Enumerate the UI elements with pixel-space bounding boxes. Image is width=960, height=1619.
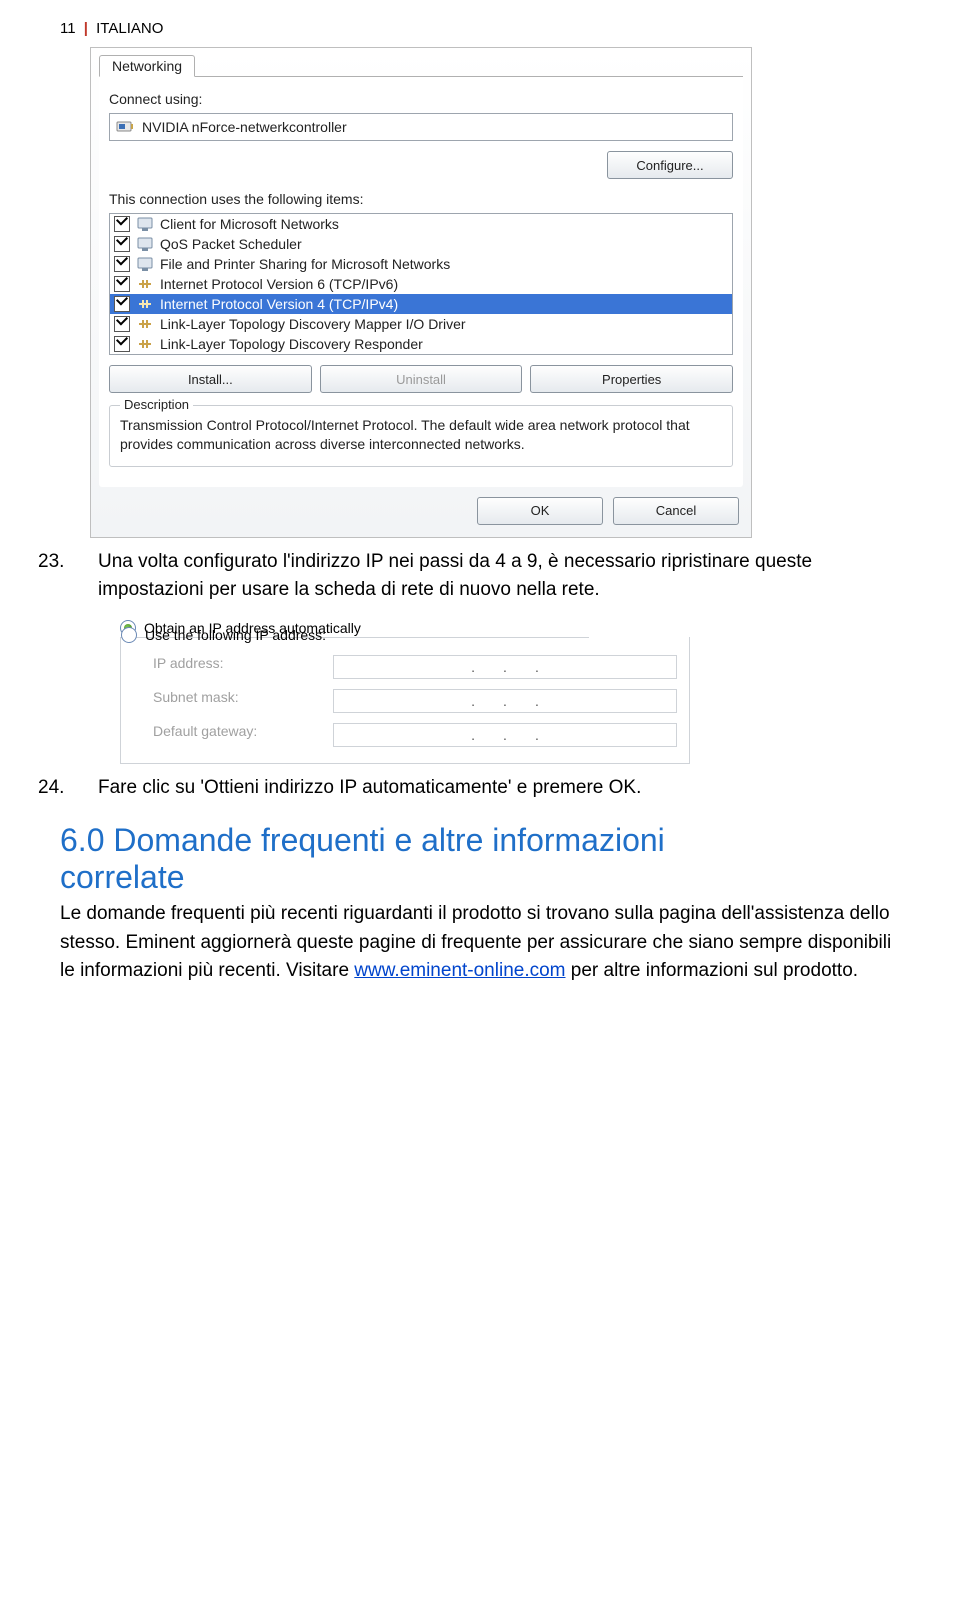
dialog-footer: OK Cancel [91, 487, 751, 537]
heading-line-1: 6.0 Domande frequenti e altre informazio… [60, 822, 665, 858]
item-label: Internet Protocol Version 4 (TCP/IPv4) [160, 296, 398, 312]
configure-row: Configure... [109, 151, 733, 179]
ip-address-label: IP address: [153, 655, 323, 679]
description-legend: Description [120, 397, 193, 412]
paragraph-text-after: per altre informazioni sul prodotto. [566, 960, 859, 981]
list-item[interactable]: Internet Protocol Version 6 (TCP/IPv6) [110, 274, 732, 294]
protocol-icon [136, 335, 154, 353]
printer-icon [136, 255, 154, 273]
checkbox-icon[interactable] [114, 236, 130, 252]
tab-row: Networking [91, 48, 751, 76]
checkbox-icon[interactable] [114, 216, 130, 232]
properties-button[interactable]: Properties [530, 365, 733, 393]
checkbox-icon[interactable] [114, 256, 130, 272]
gateway-label: Default gateway: [153, 723, 323, 747]
network-properties-dialog: Networking Connect using: NVIDIA nForce-… [90, 47, 752, 538]
protocol-icon [136, 275, 154, 293]
item-label: File and Printer Sharing for Microsoft N… [160, 256, 450, 272]
description-groupbox: Description Transmission Control Protoco… [109, 405, 733, 467]
network-card-icon [116, 118, 134, 136]
list-item[interactable]: QoS Packet Scheduler [110, 234, 732, 254]
step-text: Una volta configurato l'indirizzo IP nei… [98, 551, 812, 601]
list-item[interactable]: Client for Microsoft Networks [110, 214, 732, 234]
tab-body: Connect using: NVIDIA nForce-netwerkcont… [99, 76, 743, 487]
item-label: Internet Protocol Version 6 (TCP/IPv6) [160, 276, 398, 292]
checkbox-icon[interactable] [114, 336, 130, 352]
uninstall-button: Uninstall [320, 365, 523, 393]
client-icon [136, 215, 154, 233]
tab-networking[interactable]: Networking [99, 55, 195, 77]
configure-button[interactable]: Configure... [607, 151, 733, 179]
description-text: Transmission Control Protocol/Internet P… [120, 416, 722, 454]
item-label: QoS Packet Scheduler [160, 236, 302, 252]
item-label: Link-Layer Topology Discovery Responder [160, 336, 423, 352]
subnet-input: ... [333, 689, 677, 713]
list-item[interactable]: File and Printer Sharing for Microsoft N… [110, 254, 732, 274]
checkbox-icon[interactable] [114, 276, 130, 292]
item-buttons-row: Install... Uninstall Properties [109, 365, 733, 393]
step-24: 24.Fare clic su 'Ottieni indirizzo IP au… [60, 774, 900, 803]
ip-settings-fragment: Obtain an IP address automatically Use t… [120, 617, 690, 764]
step-number: 24. [68, 774, 98, 803]
install-button[interactable]: Install... [109, 365, 312, 393]
step-number: 23. [68, 548, 98, 577]
protocol-icon [136, 295, 154, 313]
gateway-input: ... [333, 723, 677, 747]
list-item[interactable]: Link-Layer Topology Discovery Responder [110, 334, 732, 354]
radio-off-icon [121, 627, 137, 643]
section-6-paragraph: Le domande frequenti più recenti riguard… [60, 900, 900, 986]
adapter-name: NVIDIA nForce-netwerkcontroller [142, 119, 347, 135]
heading-line-2: correlate [60, 859, 900, 896]
connection-items-list[interactable]: Client for Microsoft Networks QoS Packet… [109, 213, 733, 355]
step-23: 23.Una volta configurato l'indirizzo IP … [60, 548, 900, 605]
page-header: 11 | ITALIANO [60, 20, 900, 37]
checkbox-icon[interactable] [114, 296, 130, 312]
page-number: 11 [60, 20, 76, 37]
cancel-button[interactable]: Cancel [613, 497, 739, 525]
section-6-heading: 6.0 Domande frequenti e altre informazio… [60, 822, 900, 896]
adapter-selector[interactable]: NVIDIA nForce-netwerkcontroller [109, 113, 733, 141]
radio-label: Use the following IP address: [145, 627, 326, 643]
item-label: Client for Microsoft Networks [160, 216, 339, 232]
subnet-label: Subnet mask: [153, 689, 323, 713]
header-separator: | [84, 20, 88, 37]
manual-ip-fieldset: Use the following IP address: IP address… [120, 637, 690, 764]
items-label: This connection uses the following items… [109, 191, 733, 207]
checkbox-icon[interactable] [114, 316, 130, 332]
item-label: Link-Layer Topology Discovery Mapper I/O… [160, 316, 466, 332]
ip-address-input: ... [333, 655, 677, 679]
eminent-link[interactable]: www.eminent-online.com [354, 960, 565, 981]
qos-icon [136, 235, 154, 253]
list-item[interactable]: Link-Layer Topology Discovery Mapper I/O… [110, 314, 732, 334]
ok-button[interactable]: OK [477, 497, 603, 525]
connect-using-label: Connect using: [109, 91, 733, 107]
step-text: Fare clic su 'Ottieni indirizzo IP autom… [98, 777, 641, 798]
radio-use-following[interactable]: Use the following IP address: [121, 627, 326, 643]
page-language: ITALIANO [96, 20, 163, 37]
list-item-selected[interactable]: Internet Protocol Version 4 (TCP/IPv4) [110, 294, 732, 314]
protocol-icon [136, 315, 154, 333]
